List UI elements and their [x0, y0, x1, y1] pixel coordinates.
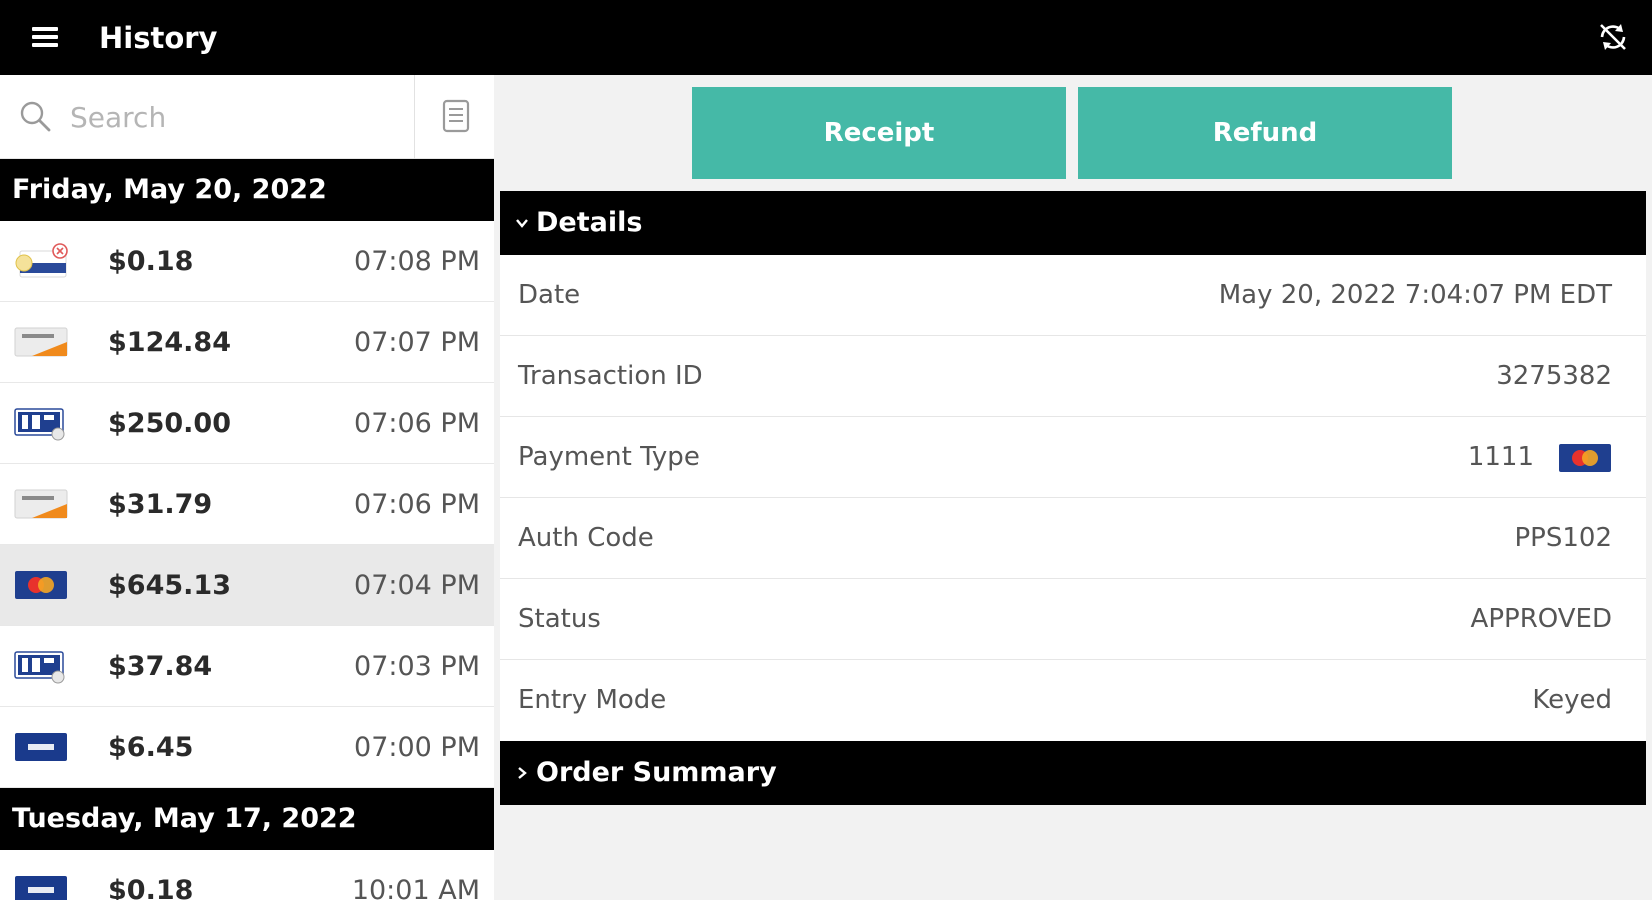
details-section-header[interactable]: Details [500, 191, 1646, 255]
detail-label: Payment Type [518, 442, 700, 472]
menu-icon[interactable] [32, 27, 58, 47]
order-summary-header-label: Order Summary [536, 757, 777, 788]
search-bar [0, 75, 494, 159]
page-title: History [99, 21, 218, 55]
order-summary-section-header[interactable]: Order Summary [500, 741, 1646, 805]
transaction-row[interactable]: $250.00 07:06 PM [0, 383, 494, 464]
transaction-row[interactable]: $31.79 07:06 PM [0, 464, 494, 545]
transaction-row[interactable]: $0.18 07:08 PM [0, 221, 494, 302]
transaction-time: 07:06 PM [354, 408, 480, 439]
transaction-amount: $645.13 [108, 570, 231, 601]
transaction-amount: $0.18 [108, 875, 194, 900]
document-icon[interactable] [442, 99, 470, 133]
card-last-four: 1111 [1467, 442, 1534, 472]
visa-card-icon [15, 733, 67, 761]
refund-button[interactable]: Refund [1078, 87, 1452, 179]
detail-label: Entry Mode [518, 685, 667, 715]
contactless-card-icon [15, 243, 68, 278]
transaction-amount: $6.45 [108, 732, 194, 763]
receipt-button[interactable]: Receipt [692, 87, 1066, 179]
transaction-row[interactable]: $6.45 07:00 PM [0, 707, 494, 788]
transaction-row[interactable]: $0.18 10:01 AM [0, 850, 494, 900]
details-header-label: Details [536, 207, 643, 238]
top-app-bar: History [0, 0, 1652, 75]
transaction-time: 07:08 PM [354, 246, 480, 277]
detail-label: Auth Code [518, 523, 654, 553]
transaction-time: 07:03 PM [354, 651, 480, 682]
detail-value: Keyed [1532, 685, 1612, 715]
search-divider [414, 75, 415, 159]
discover-card-icon [14, 327, 68, 357]
transaction-time: 10:01 AM [351, 875, 480, 900]
detail-value: APPROVED [1470, 604, 1612, 634]
transaction-time: 07:00 PM [354, 732, 480, 763]
ebt-card-icon [14, 408, 65, 441]
visa-card-icon [15, 876, 67, 900]
transaction-amount: $124.84 [108, 327, 231, 358]
transaction-list-panel: Friday, May 20, 2022 $0.18 07:08 PM $124… [0, 75, 494, 900]
mastercard-icon [1559, 444, 1611, 472]
transaction-row-selected[interactable]: $645.13 07:04 PM [0, 545, 494, 626]
transaction-time: 07:04 PM [354, 570, 480, 601]
detail-value: 3275382 [1496, 361, 1612, 391]
ebt-card-icon [14, 651, 65, 684]
transaction-row[interactable]: $124.84 07:07 PM [0, 302, 494, 383]
transaction-amount: $250.00 [108, 408, 231, 439]
transaction-amount: $37.84 [108, 651, 213, 682]
detail-row-entry-mode: Entry Mode Keyed [500, 660, 1646, 741]
detail-value: May 20, 2022 7:04:07 PM EDT [1218, 280, 1612, 310]
detail-label: Status [518, 604, 601, 634]
transaction-time: 07:07 PM [354, 327, 480, 358]
transaction-row[interactable]: $37.84 07:03 PM [0, 626, 494, 707]
detail-row-payment-type: Payment Type 1111 [500, 417, 1646, 498]
transaction-amount: $0.18 [108, 246, 194, 277]
detail-row-transaction-id: Transaction ID 3275382 [500, 336, 1646, 417]
search-input[interactable] [70, 93, 400, 141]
search-icon [20, 101, 51, 132]
transaction-amount: $31.79 [108, 489, 213, 520]
detail-label: Date [518, 280, 581, 310]
detail-row-status: Status APPROVED [500, 579, 1646, 660]
transaction-detail-panel: Receipt Refund Details Date May 20, 2022… [494, 75, 1652, 900]
mastercard-icon [15, 571, 67, 599]
details-list: Date May 20, 2022 7:04:07 PM EDT Transac… [500, 255, 1646, 741]
chevron-down-icon [516, 219, 528, 228]
detail-label: Transaction ID [518, 361, 703, 391]
chevron-right-icon [518, 767, 527, 779]
date-group-header: Friday, May 20, 2022 [0, 159, 494, 221]
detail-row-date: Date May 20, 2022 7:04:07 PM EDT [500, 255, 1646, 336]
detail-row-auth-code: Auth Code PPS102 [500, 498, 1646, 579]
transaction-time: 07:06 PM [354, 489, 480, 520]
sync-icon[interactable] [1596, 20, 1630, 54]
discover-card-icon [14, 489, 68, 519]
date-group-header: Tuesday, May 17, 2022 [0, 788, 494, 850]
detail-value: PPS102 [1514, 523, 1613, 553]
